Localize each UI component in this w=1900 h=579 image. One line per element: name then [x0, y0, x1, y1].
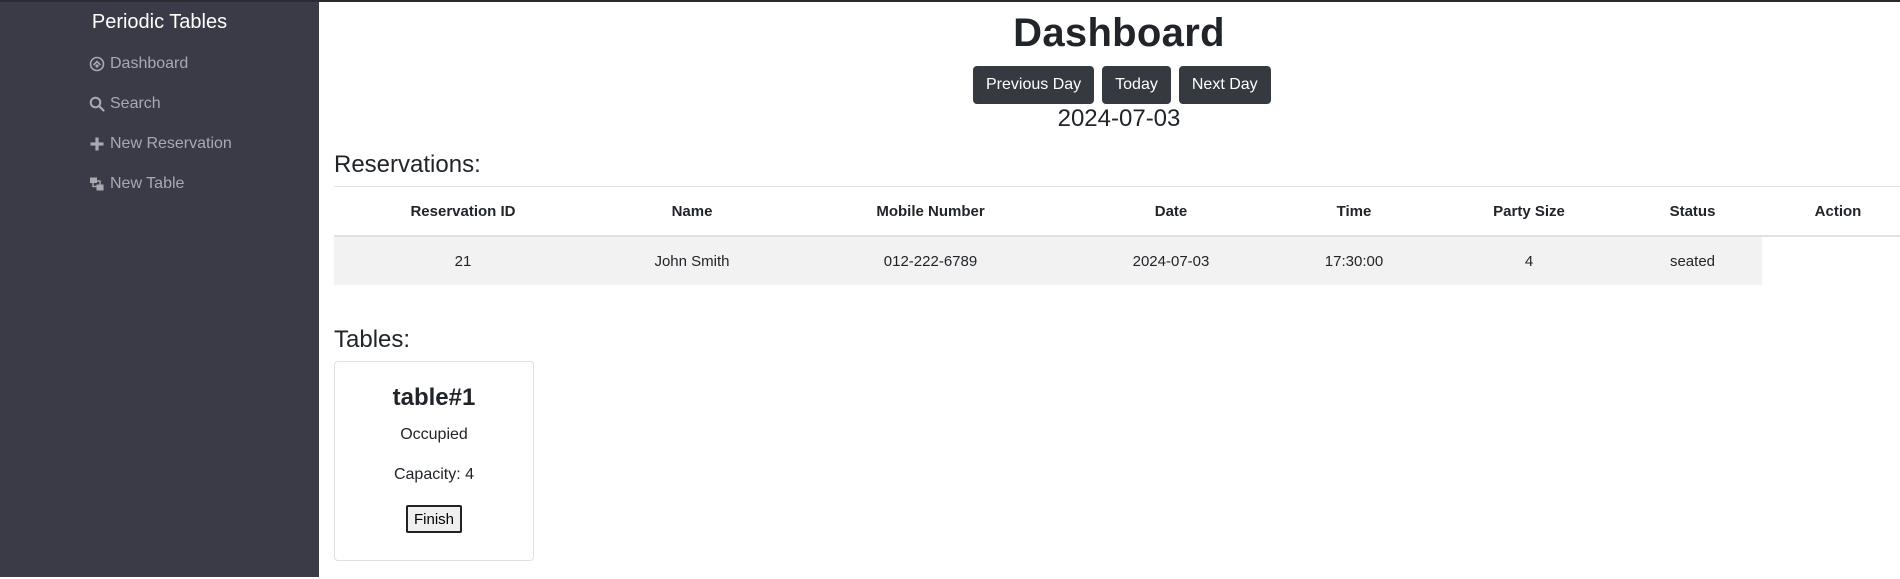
- column-header-mobile-number: Mobile Number: [876, 202, 985, 220]
- table-row: 21 John Smith 012-222-6789 2024-07-03 17…: [334, 236, 1900, 285]
- sidebar-item-dashboard[interactable]: Dashboard: [89, 52, 188, 76]
- sidebar-item-label: New Table: [110, 175, 185, 192]
- sidebar-item-new-table[interactable]: New Table: [89, 172, 184, 196]
- page-title: Dashboard: [1013, 11, 1225, 55]
- column-header-action: Action: [1814, 202, 1862, 220]
- column-header-status: Status: [1669, 202, 1716, 220]
- finish-button[interactable]: Finish: [406, 505, 463, 533]
- search-icon: [89, 96, 105, 112]
- column-header-name: Name: [671, 202, 713, 220]
- plus-icon: [89, 136, 105, 152]
- today-button[interactable]: Today: [1102, 66, 1171, 104]
- cell-date: 2024-07-03: [1069, 236, 1273, 285]
- column-header-time: Time: [1336, 202, 1372, 220]
- table-card-capacity: Capacity: 4: [393, 466, 475, 483]
- cell-name: John Smith: [592, 236, 792, 285]
- dashboard-icon: [89, 56, 105, 72]
- column-header-reservation-id: Reservation ID: [410, 202, 516, 220]
- column-header-date: Date: [1154, 202, 1188, 220]
- cell-status: seated: [1623, 236, 1762, 285]
- cell-party-size: 4: [1435, 236, 1623, 285]
- sidebar: Periodic Tables Dashboard Search New Res…: [0, 2, 319, 577]
- sidebar-item-label: Search: [110, 95, 161, 112]
- cell-action: [1762, 236, 1900, 285]
- next-day-button[interactable]: Next Day: [1178, 66, 1271, 104]
- reservations-table: Reservation ID Name Mobile Number Date T…: [334, 186, 1900, 285]
- main-content: Dashboard Previous Day Today Next Day 20…: [319, 0, 1900, 579]
- column-header-party-size: Party Size: [1493, 202, 1565, 220]
- tables-heading: Tables:: [334, 326, 411, 353]
- date-navigation: Previous Day Today Next Day: [973, 66, 1271, 104]
- previous-day-button[interactable]: Previous Day: [973, 66, 1095, 104]
- reservations-heading: Reservations:: [334, 151, 481, 178]
- app-brand[interactable]: Periodic Tables: [0, 11, 319, 34]
- cell-time: 17:30:00: [1273, 236, 1435, 285]
- table-card-name: table#1: [392, 384, 476, 411]
- cell-reservation-id: 21: [334, 236, 592, 285]
- cell-mobile-number: 012-222-6789: [792, 236, 1069, 285]
- current-date: 2024-07-03: [1057, 105, 1181, 132]
- table-card-status: Occupied: [400, 426, 468, 443]
- new-table-icon: [89, 176, 105, 192]
- sidebar-item-label: New Reservation: [110, 135, 232, 152]
- table-header-row: Reservation ID Name Mobile Number Date T…: [334, 186, 1900, 236]
- sidebar-item-label: Dashboard: [110, 55, 189, 72]
- sidebar-item-new-reservation[interactable]: New Reservation: [89, 132, 232, 156]
- sidebar-item-search[interactable]: Search: [89, 92, 161, 116]
- table-card: table#1 Occupied Capacity: 4 Finish: [334, 361, 534, 561]
